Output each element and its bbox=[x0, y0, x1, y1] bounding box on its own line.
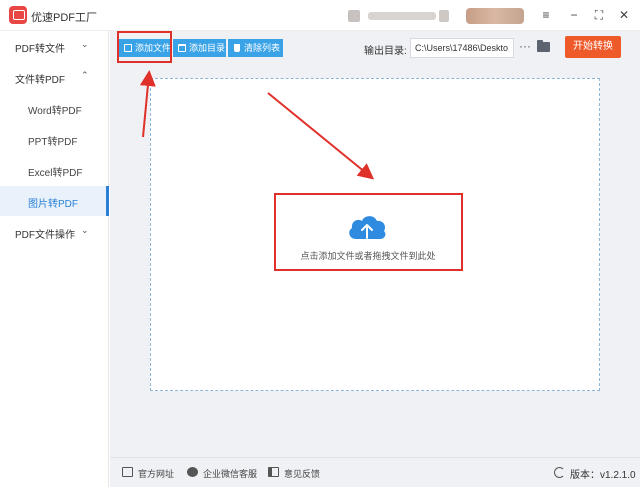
footer-bar: 官方网址 企业微信客服 意见反馈 版本：v1.2.1.0 bbox=[110, 457, 640, 487]
vip-badge-icon bbox=[439, 10, 449, 22]
sidebar-item-ppt-to-pdf[interactable]: PPT转PDF bbox=[0, 124, 109, 154]
output-path-field[interactable]: C:\Users\17486\Deskto bbox=[410, 38, 514, 58]
sidebar-group-label: PDF转文件 bbox=[15, 44, 65, 55]
user-avatar[interactable] bbox=[348, 10, 360, 22]
minimize-icon[interactable]: − bbox=[566, 7, 582, 23]
clear-list-label: 清除列表 bbox=[244, 43, 281, 53]
app-title: 优速PDF工厂 bbox=[31, 12, 97, 24]
sidebar-item-label: Excel转PDF bbox=[28, 168, 83, 179]
highlight-add-file bbox=[117, 31, 172, 63]
official-site-label: 官方网址 bbox=[138, 469, 175, 479]
sidebar-group-label: PDF文件操作 bbox=[15, 230, 75, 241]
sidebar-group-file-to-pdf[interactable]: 文件转PDF ⌃ bbox=[0, 62, 109, 92]
maximize-icon[interactable]: ⛶ bbox=[591, 7, 607, 23]
add-directory-label: 添加目录 bbox=[189, 43, 226, 53]
monitor-icon bbox=[122, 467, 133, 477]
user-name-blurred bbox=[368, 12, 436, 20]
chevron-down-icon: ⌄ bbox=[81, 39, 89, 49]
open-folder-icon[interactable] bbox=[537, 40, 550, 52]
refresh-icon bbox=[554, 467, 565, 478]
folder-icon bbox=[178, 44, 186, 52]
add-directory-button[interactable]: 添加目录 bbox=[173, 39, 226, 57]
title-bar: 优速PDF工厂 ≡ − ⛶ ✕ bbox=[0, 0, 640, 31]
version-label: 版本：v1.2.1.0 bbox=[570, 470, 636, 481]
member-banner[interactable] bbox=[466, 8, 524, 24]
sidebar-item-label: 图片转PDF bbox=[28, 199, 78, 210]
sidebar-item-image-to-pdf[interactable]: 图片转PDF bbox=[0, 186, 109, 216]
version-info[interactable]: 版本：v1.2.1.0 bbox=[554, 466, 636, 481]
sidebar-group-pdf-operations[interactable]: PDF文件操作 ⌄ bbox=[0, 217, 109, 247]
sidebar: PDF转文件 ⌄ 文件转PDF ⌃ Word转PDF PPT转PDF Excel… bbox=[0, 31, 109, 487]
highlight-drop-area bbox=[274, 193, 463, 271]
sidebar-item-label: Word转PDF bbox=[28, 106, 82, 117]
chevron-down-icon: ⌄ bbox=[81, 225, 89, 235]
app-logo-icon bbox=[9, 6, 27, 24]
feedback-label: 意见反馈 bbox=[284, 469, 321, 479]
official-site-link[interactable]: 官方网址 bbox=[122, 467, 174, 480]
clear-list-button[interactable]: 清除列表 bbox=[228, 39, 283, 57]
sidebar-group-label: 文件转PDF bbox=[15, 75, 65, 86]
wechat-icon bbox=[187, 467, 198, 477]
trash-icon bbox=[234, 44, 240, 52]
feedback-icon bbox=[268, 467, 279, 477]
menu-icon[interactable]: ≡ bbox=[538, 7, 554, 23]
chevron-up-icon: ⌃ bbox=[81, 70, 89, 80]
wechat-support-link[interactable]: 企业微信客服 bbox=[187, 467, 257, 480]
output-dir-label: 输出目录: bbox=[364, 46, 407, 57]
start-convert-button[interactable]: 开始转换 bbox=[565, 36, 621, 58]
sidebar-item-label: PPT转PDF bbox=[28, 137, 78, 148]
wechat-support-label: 企业微信客服 bbox=[203, 469, 258, 479]
sidebar-group-pdf-to-file[interactable]: PDF转文件 ⌄ bbox=[0, 31, 109, 61]
more-icon[interactable]: ··· bbox=[519, 39, 531, 53]
sidebar-item-word-to-pdf[interactable]: Word转PDF bbox=[0, 93, 109, 123]
close-icon[interactable]: ✕ bbox=[616, 7, 632, 23]
sidebar-item-excel-to-pdf[interactable]: Excel转PDF bbox=[0, 155, 109, 185]
feedback-link[interactable]: 意见反馈 bbox=[268, 467, 320, 480]
